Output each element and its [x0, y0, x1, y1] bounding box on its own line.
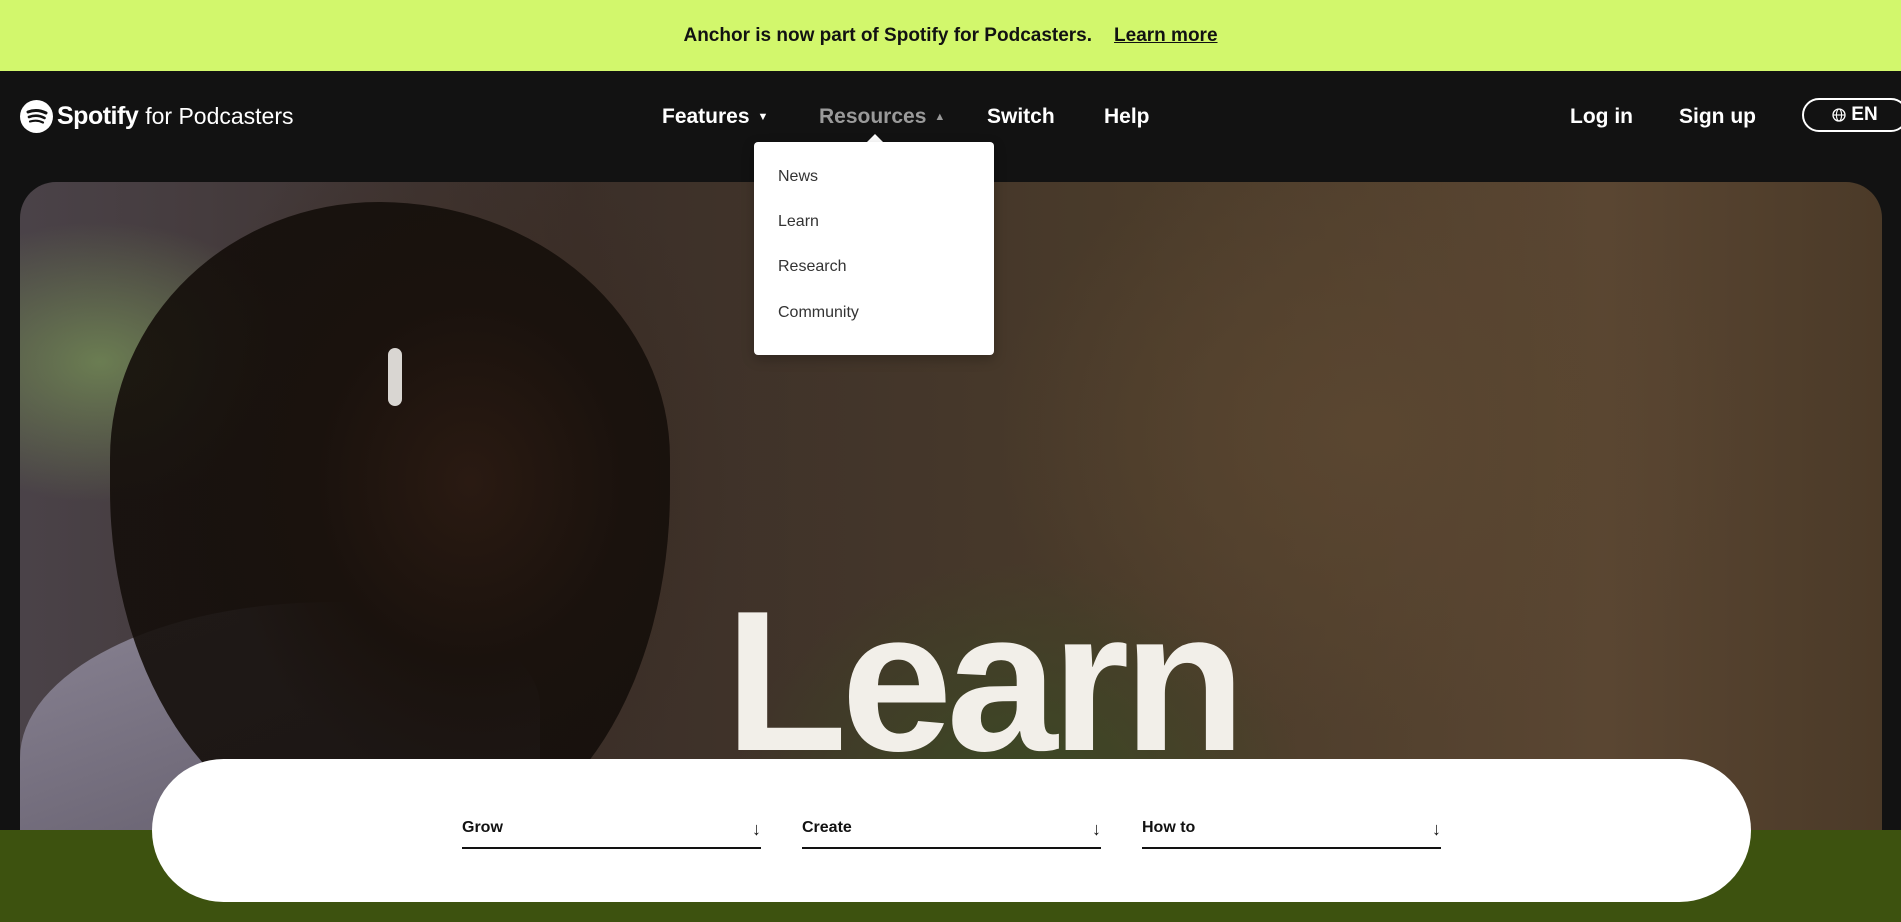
nav-features[interactable]: Features ▼ — [662, 105, 768, 129]
login-link[interactable]: Log in — [1570, 105, 1633, 129]
arrow-down-icon: ↓ — [1092, 819, 1101, 839]
hero-image-person — [110, 202, 670, 832]
nav-help-label: Help — [1104, 105, 1150, 128]
nav-switch-label: Switch — [987, 105, 1055, 128]
announcement-bar: Anchor is now part of Spotify for Podcas… — [0, 0, 1901, 71]
logo-brand: Spotify — [57, 102, 139, 130]
arrow-down-icon: ↓ — [1432, 819, 1441, 839]
menu-item-community[interactable]: Community — [778, 304, 859, 322]
topic-filter-panel: Grow ↓ Create ↓ How to ↓ — [152, 759, 1751, 902]
caret-down-icon: ▼ — [757, 111, 769, 123]
caret-up-icon: ▲ — [934, 111, 946, 123]
arrow-down-icon: ↓ — [752, 819, 761, 839]
menu-item-news[interactable]: News — [778, 168, 818, 186]
logo-subtitle: for Podcasters — [145, 103, 294, 129]
language-selector[interactable]: EN — [1802, 98, 1901, 132]
menu-item-research[interactable]: Research — [778, 258, 846, 276]
filter-grow-label: Grow — [462, 819, 503, 836]
earbud-image — [388, 348, 402, 406]
filter-create-label: Create — [802, 819, 852, 836]
spotify-logo[interactable]: Spotify for Podcasters — [20, 100, 294, 133]
resources-dropdown: News Learn Research Community — [754, 142, 994, 355]
filter-howto-label: How to — [1142, 819, 1196, 836]
filter-grow-select[interactable]: Grow ↓ — [462, 819, 761, 849]
filter-howto-select[interactable]: How to ↓ — [1142, 819, 1441, 849]
login-label: Log in — [1570, 105, 1633, 128]
filter-create-select[interactable]: Create ↓ — [802, 819, 1101, 849]
nav-switch[interactable]: Switch — [987, 105, 1055, 129]
spotify-icon — [20, 100, 53, 133]
nav-resources[interactable]: Resources ▲ — [819, 105, 945, 129]
globe-icon — [1832, 108, 1846, 122]
learn-more-link[interactable]: Learn more — [1114, 25, 1217, 47]
nav-resources-label: Resources — [819, 105, 927, 128]
menu-item-learn[interactable]: Learn — [778, 213, 819, 231]
hero-title: Learn — [725, 570, 1246, 793]
nav-help[interactable]: Help — [1104, 105, 1150, 129]
announcement-text: Anchor is now part of Spotify for Podcas… — [683, 24, 1093, 46]
signup-link[interactable]: Sign up — [1679, 105, 1756, 129]
signup-label: Sign up — [1679, 105, 1756, 128]
nav-features-label: Features — [662, 105, 750, 128]
language-label: EN — [1851, 104, 1878, 125]
